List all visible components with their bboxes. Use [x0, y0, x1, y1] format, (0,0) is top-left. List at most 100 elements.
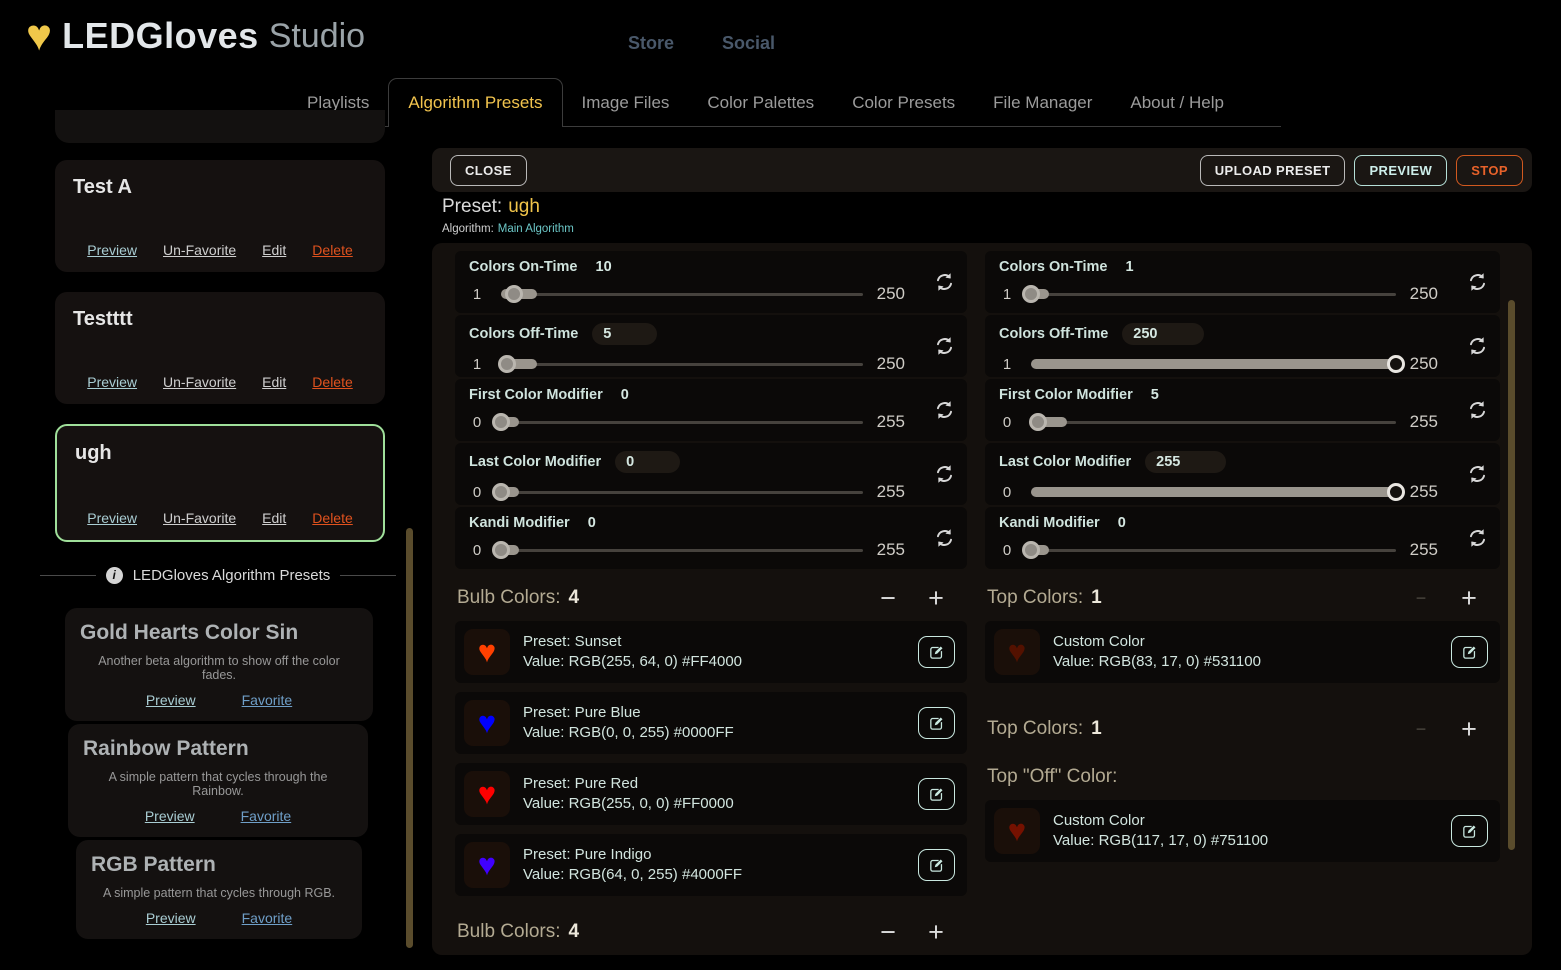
- slider-value: 5: [1151, 387, 1159, 403]
- slider-thumb[interactable]: [492, 413, 510, 431]
- delete-link[interactable]: Delete: [312, 374, 352, 390]
- slider-value: 1: [1126, 259, 1134, 275]
- reset-slider-icon[interactable]: [934, 528, 955, 549]
- slider-min-label: 0: [469, 414, 485, 431]
- preview-link[interactable]: Preview: [146, 910, 196, 926]
- slider-track[interactable]: [501, 285, 863, 303]
- reset-slider-icon[interactable]: [934, 336, 955, 357]
- add-top-color-button[interactable]: +: [1452, 575, 1486, 621]
- slider-colors-on-time: Colors On-Time1 1 250: [985, 251, 1500, 313]
- slider-track[interactable]: [1031, 285, 1396, 303]
- delete-link[interactable]: Delete: [312, 510, 352, 526]
- slider-thumb[interactable]: [492, 541, 510, 559]
- favorite-link[interactable]: Favorite: [241, 808, 292, 824]
- slider-thumb[interactable]: [1387, 355, 1405, 373]
- remove-top-color-button-disabled[interactable]: −: [1404, 706, 1438, 752]
- edit-color-button[interactable]: [1451, 815, 1488, 847]
- unfavorite-link[interactable]: Un-Favorite: [163, 374, 236, 390]
- reset-slider-icon[interactable]: [1467, 528, 1488, 549]
- tab-about-help[interactable]: About / Help: [1111, 78, 1243, 127]
- slider-track[interactable]: [1031, 355, 1396, 373]
- slider-thumb[interactable]: [492, 483, 510, 501]
- bulb-colors-header-2: Bulb Colors: 4 − +: [455, 909, 967, 955]
- heart-icon: ♥: [478, 842, 496, 888]
- builtin-card-rgb[interactable]: RGB Pattern A simple pattern that cycles…: [76, 840, 362, 939]
- edit-color-button[interactable]: [1451, 636, 1488, 668]
- close-button[interactable]: CLOSE: [450, 155, 527, 186]
- top-colors-label: Top Colors:: [987, 587, 1083, 609]
- edit-color-button[interactable]: [918, 778, 955, 810]
- social-link[interactable]: Social: [722, 33, 775, 54]
- preview-link[interactable]: Preview: [146, 692, 196, 708]
- reset-slider-icon[interactable]: [934, 272, 955, 293]
- preview-link[interactable]: Preview: [87, 374, 137, 390]
- edit-link[interactable]: Edit: [262, 242, 286, 258]
- preview-button[interactable]: PREVIEW: [1354, 155, 1447, 186]
- slider-thumb[interactable]: [505, 285, 523, 303]
- store-link[interactable]: Store: [628, 33, 674, 54]
- reset-slider-icon[interactable]: [1467, 400, 1488, 421]
- reset-slider-icon[interactable]: [1467, 336, 1488, 357]
- preview-link[interactable]: Preview: [87, 510, 137, 526]
- delete-link[interactable]: Delete: [312, 242, 352, 258]
- add-bulb-color-button[interactable]: +: [919, 575, 953, 621]
- slider-label: First Color Modifier: [999, 387, 1133, 403]
- preset-card-testttt[interactable]: Testttt Preview Un-Favorite Edit Delete: [55, 292, 385, 404]
- unfavorite-link[interactable]: Un-Favorite: [163, 510, 236, 526]
- slider-track[interactable]: [501, 355, 863, 373]
- edit-color-button[interactable]: [918, 849, 955, 881]
- builtin-card-description: Another beta algorithm to show off the c…: [80, 654, 358, 682]
- builtin-card-rainbow[interactable]: Rainbow Pattern A simple pattern that cy…: [68, 724, 368, 837]
- tab-color-palettes[interactable]: Color Palettes: [688, 78, 833, 127]
- right-settings-column: Colors On-Time1 1 250 Colors Off-Time250…: [985, 251, 1500, 871]
- slider-track[interactable]: [1031, 483, 1396, 501]
- slider-track[interactable]: [501, 413, 863, 431]
- preview-link[interactable]: Preview: [145, 808, 195, 824]
- add-bulb-color-button[interactable]: +: [919, 909, 953, 955]
- slider-thumb[interactable]: [1022, 285, 1040, 303]
- favorite-link[interactable]: Favorite: [242, 910, 293, 926]
- slider-thumb[interactable]: [1387, 483, 1405, 501]
- builtin-card-gold-hearts[interactable]: Gold Hearts Color Sin Another beta algor…: [65, 608, 373, 721]
- edit-link[interactable]: Edit: [262, 374, 286, 390]
- edit-color-button[interactable]: [918, 707, 955, 739]
- slider-track[interactable]: [501, 483, 863, 501]
- edit-link[interactable]: Edit: [262, 510, 286, 526]
- preview-link[interactable]: Preview: [87, 242, 137, 258]
- slider-track[interactable]: [501, 541, 863, 559]
- slider-thumb[interactable]: [1022, 541, 1040, 559]
- slider-thumb[interactable]: [1029, 413, 1047, 431]
- tab-algorithm-presets[interactable]: Algorithm Presets: [388, 78, 562, 127]
- tab-color-presets[interactable]: Color Presets: [833, 78, 974, 127]
- slider-max-label: 250: [877, 354, 905, 374]
- sidebar-scrollbar[interactable]: [406, 528, 413, 948]
- reset-slider-icon[interactable]: [934, 464, 955, 485]
- stop-button[interactable]: STOP: [1456, 155, 1523, 186]
- favorite-link[interactable]: Favorite: [242, 692, 293, 708]
- edit-color-button[interactable]: [918, 636, 955, 668]
- content-scrollbar[interactable]: [1508, 300, 1515, 850]
- remove-bulb-color-button[interactable]: −: [871, 909, 905, 955]
- remove-top-color-button-disabled[interactable]: −: [1404, 575, 1438, 621]
- slider-thumb[interactable]: [498, 355, 516, 373]
- slider-min-label: 1: [999, 286, 1015, 303]
- upload-preset-button[interactable]: UPLOAD PRESET: [1200, 155, 1346, 186]
- preset-sidebar: Test A Preview Un-Favorite Edit Delete T…: [40, 118, 396, 970]
- slider-label: Colors On-Time: [469, 259, 578, 275]
- tab-image-files[interactable]: Image Files: [563, 78, 689, 127]
- reset-slider-icon[interactable]: [1467, 464, 1488, 485]
- remove-bulb-color-button[interactable]: −: [871, 575, 905, 621]
- unfavorite-link[interactable]: Un-Favorite: [163, 242, 236, 258]
- tab-file-manager[interactable]: File Manager: [974, 78, 1111, 127]
- bulb-color-item: ♥ Preset: SunsetValue: RGB(255, 64, 0) #…: [455, 621, 967, 683]
- slider-label: Colors On-Time: [999, 259, 1108, 275]
- slider-track[interactable]: [1031, 541, 1396, 559]
- slider-label: Colors Off-Time: [999, 326, 1108, 342]
- reset-slider-icon[interactable]: [934, 400, 955, 421]
- add-top-color-button[interactable]: +: [1452, 706, 1486, 752]
- preset-card-ugh-selected[interactable]: ugh Preview Un-Favorite Edit Delete: [55, 424, 385, 542]
- bulb-color-item: ♥ Preset: Pure BlueValue: RGB(0, 0, 255)…: [455, 692, 967, 754]
- slider-track[interactable]: [1031, 413, 1396, 431]
- reset-slider-icon[interactable]: [1467, 272, 1488, 293]
- preset-card-test-a[interactable]: Test A Preview Un-Favorite Edit Delete: [55, 160, 385, 272]
